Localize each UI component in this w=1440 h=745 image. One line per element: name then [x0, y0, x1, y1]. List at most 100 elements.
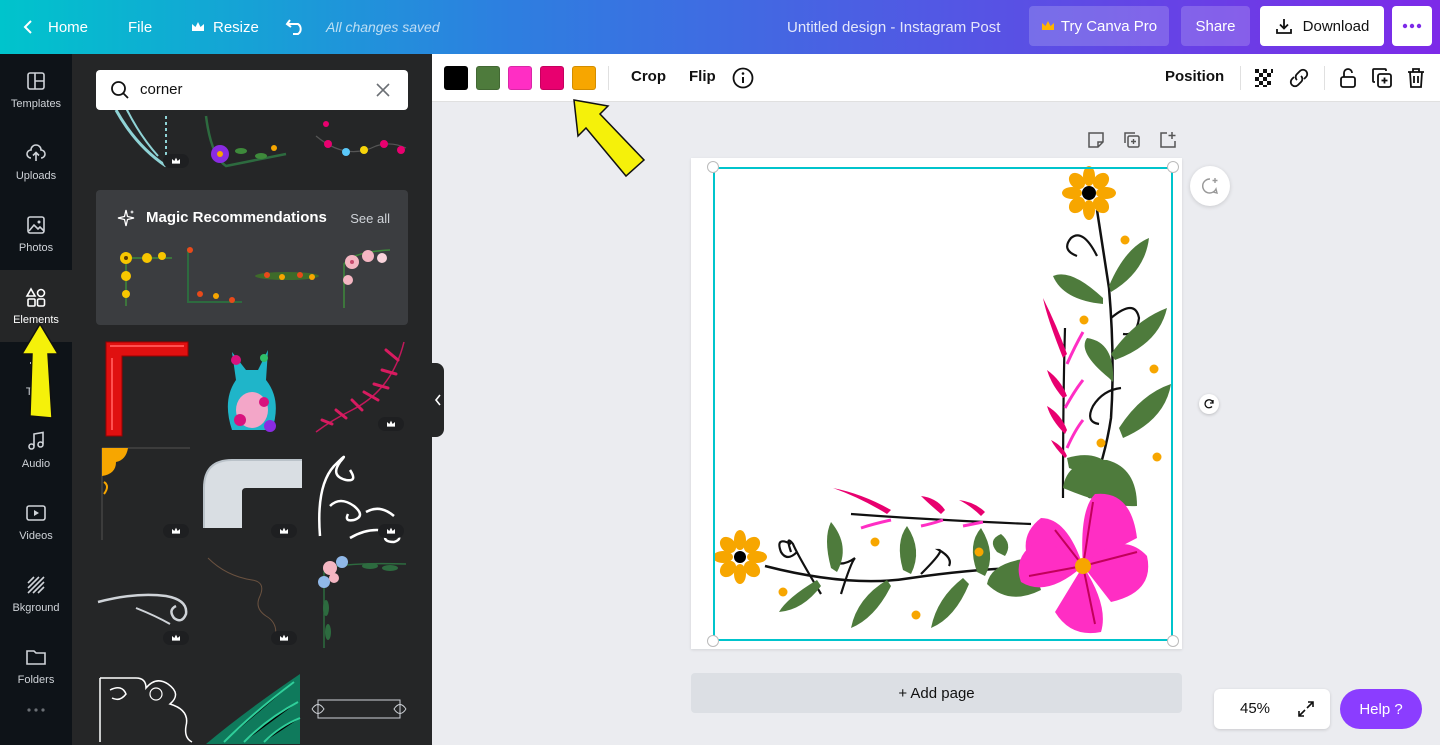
search-input[interactable]: corner [96, 70, 408, 110]
rail-item-uploads[interactable]: Uploads [0, 126, 72, 198]
rail-item-templates[interactable]: Templates [0, 54, 72, 126]
transparency-icon[interactable] [1252, 66, 1276, 90]
more-horizontal-icon [1402, 23, 1422, 29]
resize-handle[interactable] [1167, 635, 1179, 647]
element-thumb-pastel-floral[interactable] [310, 552, 408, 650]
undo-button[interactable] [285, 0, 307, 54]
element-thumb-floral-cat[interactable] [212, 340, 292, 438]
premium-badge [271, 631, 297, 645]
premium-badge [163, 154, 189, 168]
rail-item-background[interactable]: Bkground [0, 558, 72, 630]
color-swatch[interactable] [508, 66, 532, 90]
home-label: Home [48, 18, 89, 36]
element-thumb-white-ornate[interactable] [96, 674, 194, 745]
rail-item-folders[interactable]: Folders [0, 630, 72, 702]
position-button[interactable]: Position [1165, 68, 1224, 85]
try-canva-pro-button[interactable]: Try Canva Pro [1029, 6, 1169, 46]
rail-more[interactable] [0, 694, 72, 726]
comment-add-icon [1202, 178, 1218, 194]
rotate-icon [1204, 399, 1214, 409]
rail-item-photos[interactable]: Photos [0, 198, 72, 270]
sparkle-icon [117, 209, 135, 227]
orange-flower-top [1062, 166, 1116, 220]
rail-label: Uploads [15, 170, 57, 182]
video-icon [26, 505, 46, 521]
help-button[interactable]: Help ? [1340, 689, 1422, 729]
chevron-left-icon [434, 394, 441, 406]
see-all-link[interactable]: See all [350, 211, 390, 226]
flip-button[interactable]: Flip [689, 68, 716, 85]
add-note-icon[interactable] [1086, 130, 1106, 150]
orange-flower-left [713, 530, 767, 584]
color-swatch[interactable] [444, 66, 468, 90]
zoom-control: 45% [1214, 689, 1330, 729]
home-button[interactable]: Home [18, 0, 88, 54]
cloud-upload-icon [26, 144, 46, 161]
folder-icon [26, 650, 46, 665]
download-icon [1275, 19, 1292, 34]
crop-button[interactable]: Crop [631, 68, 666, 85]
clear-search-icon[interactable] [376, 83, 390, 97]
info-icon[interactable] [731, 66, 755, 90]
music-note-icon [28, 431, 44, 450]
color-swatch[interactable] [572, 66, 596, 90]
resize-button[interactable]: Resize [191, 0, 259, 54]
rail-item-videos[interactable]: Videos [0, 486, 72, 558]
zoom-level[interactable]: 45% [1240, 700, 1270, 717]
rotate-handle[interactable] [1199, 394, 1219, 414]
add-page-button[interactable]: + Add page [691, 673, 1182, 713]
element-thumb-row-top[interactable] [96, 106, 408, 176]
color-swatch[interactable] [476, 66, 500, 90]
color-swatch[interactable] [540, 66, 564, 90]
resize-label: Resize [213, 18, 259, 36]
save-status: All changes saved [326, 19, 440, 35]
download-button[interactable]: Download [1260, 6, 1384, 46]
templates-icon [27, 72, 45, 90]
duplicate-page-icon[interactable] [1122, 130, 1142, 150]
element-thumb-frame-border[interactable] [310, 694, 408, 724]
rail-label: Audio [21, 458, 51, 470]
divider [1240, 66, 1241, 90]
background-pattern-icon [27, 576, 45, 594]
crown-icon [1041, 21, 1054, 30]
crown-icon [280, 527, 288, 534]
add-page-icon[interactable] [1158, 130, 1178, 150]
floral-corner-element[interactable] [691, 158, 1182, 649]
magic-thumbs[interactable] [112, 244, 396, 310]
unlock-icon[interactable] [1336, 66, 1360, 90]
link-icon[interactable] [1287, 66, 1311, 90]
element-thumb-grey-flourish[interactable] [96, 574, 196, 634]
add-comment-button[interactable] [1190, 166, 1230, 206]
resize-handle[interactable] [707, 635, 719, 647]
divider [1324, 66, 1325, 90]
crown-icon [280, 634, 288, 641]
element-thumb-grey-elbow[interactable] [202, 458, 302, 530]
resize-handle[interactable] [707, 161, 719, 173]
design-title[interactable]: Untitled design - Instagram Post [787, 0, 1000, 54]
pink-flower [1018, 493, 1149, 634]
trash-icon[interactable] [1404, 66, 1428, 90]
undo-icon [285, 19, 302, 35]
element-thumb-tropical-leaves[interactable] [204, 672, 304, 745]
file-menu[interactable]: File [128, 0, 152, 54]
magic-recommendations: Magic Recommendations See all [96, 190, 408, 325]
more-button[interactable] [1392, 6, 1432, 46]
divider [608, 66, 609, 90]
premium-badge [378, 524, 404, 538]
share-button[interactable]: Share [1181, 6, 1250, 46]
resize-handle[interactable] [1167, 161, 1179, 173]
element-thumb-red-corner[interactable] [100, 338, 192, 438]
crown-icon [387, 420, 395, 427]
premium-badge [163, 631, 189, 645]
file-label: File [128, 18, 153, 36]
try-pro-label: Try Canva Pro [1060, 17, 1158, 35]
more-horizontal-icon [27, 708, 45, 712]
search-icon [111, 81, 129, 99]
design-canvas[interactable] [691, 158, 1182, 649]
rail-item-audio[interactable]: Audio [0, 414, 72, 486]
crown-icon [172, 634, 180, 641]
duplicate-icon[interactable] [1370, 66, 1394, 90]
fullscreen-icon[interactable] [1296, 699, 1316, 719]
rail-label: Bkground [12, 602, 60, 614]
collapse-panel-button[interactable] [432, 363, 444, 437]
